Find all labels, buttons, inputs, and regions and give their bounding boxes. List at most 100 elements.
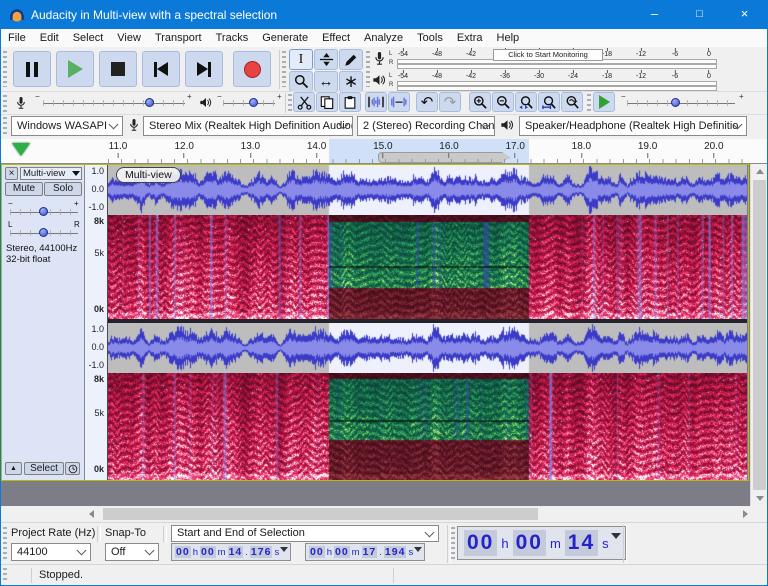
minimize-button[interactable]: –: [632, 1, 677, 29]
time-digits[interactable]: 00: [175, 546, 191, 558]
time-shift-tool-button[interactable]: ↔: [314, 71, 338, 92]
audio-position-display[interactable]: 00h00m14s: [457, 526, 626, 560]
cut-button[interactable]: [293, 92, 315, 112]
playback-volume-thumb[interactable]: [249, 98, 258, 107]
playback-volume-slider[interactable]: [223, 98, 275, 108]
waveform-right-channel[interactable]: [108, 323, 747, 373]
time-toolbar-grip[interactable]: [451, 527, 455, 561]
menu-transport[interactable]: Transport: [148, 29, 209, 47]
time-digits[interactable]: 194: [384, 546, 407, 558]
gain-thumb[interactable]: [39, 207, 48, 216]
project-rate-select[interactable]: 44100: [11, 543, 91, 561]
timeline-ruler[interactable]: 11.012.013.014.015.016.017.018.019.020.0: [1, 139, 767, 164]
monitor-prompt[interactable]: Click to Start Monitoring: [493, 49, 603, 61]
device-toolbar-grip[interactable]: [3, 117, 7, 136]
horizontal-scrollbar[interactable]: [1, 506, 767, 522]
scroll-right-arrow-icon[interactable]: [743, 510, 748, 518]
timeline-scale[interactable]: 11.012.013.014.015.016.017.018.019.020.0: [108, 139, 747, 163]
time-digits[interactable]: 00: [334, 546, 350, 558]
track-close-button[interactable]: ×: [5, 167, 18, 180]
spectrogram-left-channel[interactable]: [108, 215, 747, 319]
multi-tool-button[interactable]: ∗: [339, 71, 363, 92]
menu-select[interactable]: Select: [66, 29, 111, 47]
pause-button[interactable]: [13, 51, 51, 87]
recording-channels-select[interactable]: 2 (Stereo) Recording Chann: [357, 116, 495, 136]
audio-host-select[interactable]: Windows WASAPI: [11, 116, 123, 136]
time-digits[interactable]: 00: [464, 530, 497, 556]
menu-analyze[interactable]: Analyze: [357, 29, 410, 47]
stop-button[interactable]: [99, 51, 137, 87]
title-bar[interactable]: Audacity in Multi-view with a spectral s…: [1, 1, 767, 29]
selection-tool-button[interactable]: I: [289, 49, 313, 70]
mute-button[interactable]: Mute: [5, 182, 43, 196]
close-button[interactable]: ×: [722, 1, 767, 29]
menu-file[interactable]: File: [1, 29, 33, 47]
playback-device-select[interactable]: Speaker/Headphone (Realtek High Definiti…: [519, 116, 747, 136]
scroll-left-arrow-icon[interactable]: [89, 510, 94, 518]
horizontal-scroll-thumb[interactable]: [103, 508, 538, 520]
menu-tools[interactable]: Tools: [410, 29, 450, 47]
pan-slider[interactable]: [10, 228, 78, 238]
time-digits[interactable]: 00: [513, 530, 546, 556]
time-digits[interactable]: 17: [362, 546, 378, 558]
draw-tool-button[interactable]: [339, 49, 363, 70]
time-digits[interactable]: 14: [228, 546, 244, 558]
waveform-left-channel[interactable]: [108, 165, 747, 215]
menu-edit[interactable]: Edit: [33, 29, 66, 47]
selection-end-time-field[interactable]: 00h00m17.194s: [305, 543, 425, 561]
pan-thumb[interactable]: [39, 228, 48, 237]
track-name-badge[interactable]: Multi-view: [116, 167, 181, 183]
play-speed-thumb[interactable]: [671, 98, 680, 107]
paste-button[interactable]: [339, 92, 361, 112]
record-button[interactable]: [233, 51, 271, 87]
record-volume-slider[interactable]: [43, 98, 185, 108]
menu-generate[interactable]: Generate: [255, 29, 315, 47]
time-digits[interactable]: 00: [309, 546, 325, 558]
copy-button[interactable]: [316, 92, 338, 112]
mixer-toolbar-grip[interactable]: [3, 95, 7, 113]
skip-to-end-button[interactable]: [185, 51, 223, 87]
vertical-scroll-thumb[interactable]: [753, 180, 766, 490]
redo-button[interactable]: ↷: [439, 92, 461, 112]
spectrogram-right-channel[interactable]: [108, 373, 747, 480]
time-digits[interactable]: 176: [250, 546, 273, 558]
tools-toolbar-grip[interactable]: [282, 51, 286, 87]
vertical-scrollbar[interactable]: [750, 164, 768, 506]
envelope-tool-button[interactable]: [314, 49, 338, 70]
menu-view[interactable]: View: [110, 29, 148, 47]
play-at-speed-toolbar-grip[interactable]: [587, 94, 591, 113]
snap-to-select[interactable]: Off: [105, 543, 159, 561]
edit-toolbar-grip[interactable]: [288, 94, 292, 113]
menu-effect[interactable]: Effect: [315, 29, 357, 47]
time-digits[interactable]: 14: [565, 530, 598, 556]
scroll-down-arrow-icon[interactable]: [756, 496, 764, 501]
scroll-up-arrow-icon[interactable]: [756, 169, 764, 174]
selection-start-time-field[interactable]: 00h00m14.176s: [171, 543, 291, 561]
selection-mode-select[interactable]: Start and End of Selection: [171, 525, 439, 542]
collapse-track-button[interactable]: ▲: [5, 462, 22, 475]
zoom-tool-button[interactable]: [289, 71, 313, 92]
recording-device-select[interactable]: Stereo Mix (Realtek High Definition Audi…: [143, 116, 353, 136]
silence-audio-button[interactable]: [388, 92, 410, 112]
sync-lock-clock-button[interactable]: [65, 462, 80, 475]
maximize-button[interactable]: □: [677, 1, 722, 29]
play-speed-slider[interactable]: [627, 98, 735, 108]
menu-help[interactable]: Help: [490, 29, 527, 47]
gain-slider[interactable]: [10, 207, 78, 217]
menu-extra[interactable]: Extra: [450, 29, 490, 47]
record-volume-thumb[interactable]: [145, 98, 154, 107]
zoom-toggle-button[interactable]: [561, 92, 583, 112]
meter-toolbar-grip[interactable]: [366, 51, 370, 87]
trim-audio-button[interactable]: [365, 92, 387, 112]
fit-selection-button[interactable]: [515, 92, 537, 112]
vertical-scale-ruler[interactable]: 1.0 0.0 -1.0 8k 5k 0k 1.0 0.0 -1.0 8k 5k…: [85, 165, 108, 480]
track-select-button[interactable]: Select: [24, 462, 64, 475]
track-view-mode-select[interactable]: Multi-view: [20, 167, 82, 180]
play-at-speed-button[interactable]: [593, 92, 615, 112]
time-digits[interactable]: 00: [200, 546, 216, 558]
play-position-pin-icon[interactable]: [12, 143, 30, 156]
undo-button[interactable]: ↶: [416, 92, 438, 112]
transport-toolbar-grip[interactable]: [3, 51, 7, 87]
play-button[interactable]: [56, 51, 94, 87]
recording-meter[interactable]: L R -54-48-42-36-30-24-18-12-60 Click to…: [371, 48, 747, 69]
